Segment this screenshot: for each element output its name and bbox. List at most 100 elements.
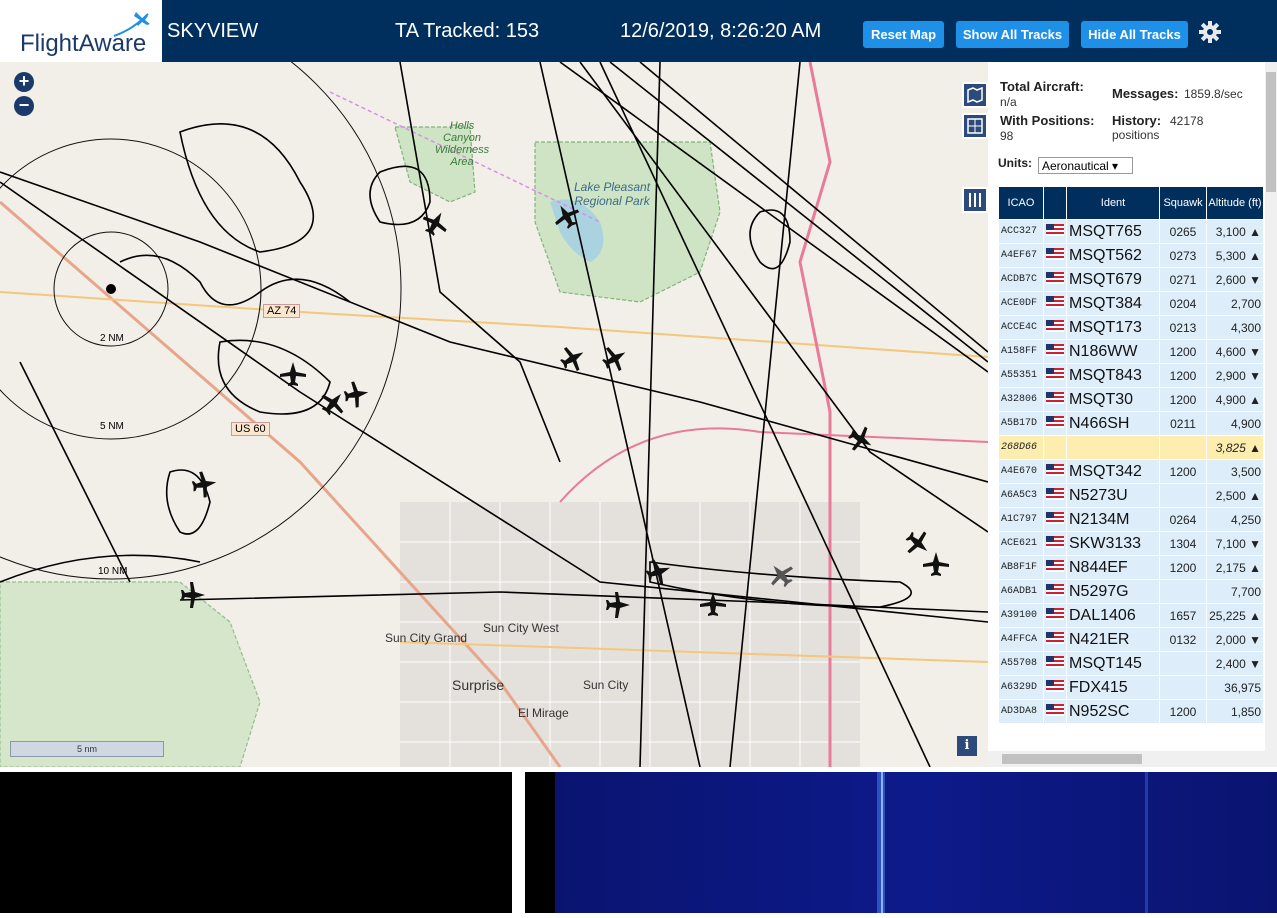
us-flag-icon [1046,271,1064,284]
cell-flag [1044,604,1066,627]
table-row[interactable]: A1C797 N2134M 0264 4,250 [999,508,1263,531]
map-label-lake-pleasant: Lake Pleasant Regional Park [573,180,651,208]
cell-squawk: 1200 [1160,460,1207,483]
us-flag-icon [1046,295,1064,308]
range-label-5nm: 5 NM [100,421,124,432]
cell-squawk: 1304 [1160,532,1207,555]
table-row[interactable]: A6ADB1 N5297G 7,700 [999,580,1263,603]
column-header-ident[interactable]: Ident [1067,187,1160,219]
horizontal-scroll-thumb[interactable] [1002,754,1142,764]
cell-altitude: 1,850 [1207,700,1263,723]
cell-flag [1044,460,1066,483]
cell-ident: MSQT342 [1067,460,1160,483]
columns-toggle-button[interactable] [962,187,988,213]
table-row[interactable]: ACC327 MSQT765 0265 3,100 ▲ [999,220,1263,243]
cell-ident: MSQT843 [1067,364,1160,387]
table-row[interactable]: A6329D FDX415 36,975 [999,676,1263,699]
cell-flag [1044,436,1066,459]
table-row[interactable]: A55708 MSQT145 2,400 ▼ [999,652,1263,675]
zoom-in-button[interactable]: + [14,72,34,92]
table-row[interactable]: A4FFCA N421ER 0132 2,000 ▼ [999,628,1263,651]
us-flag-icon [1046,391,1064,404]
cell-ident: MSQT765 [1067,220,1160,243]
loop-303-highway [559,427,988,503]
table-row[interactable]: A6A5C3 N5273U 2,500 ▲ [999,484,1263,507]
flightaware-logo[interactable]: FlightAware [0,0,162,62]
reset-map-button[interactable]: Reset Map [863,21,944,48]
cell-squawk: 1200 [1160,700,1207,723]
cell-icao: A55708 [999,652,1043,675]
units-select[interactable]: Aeronautical ▾ [1038,157,1133,174]
range-label-2nm: 2 NM [100,333,124,344]
table-row[interactable]: A39100 DAL1406 1657 25,225 ▲ [999,604,1263,627]
hide-all-tracks-button[interactable]: Hide All Tracks [1081,21,1188,48]
cell-squawk: 1200 [1160,556,1207,579]
column-header-flag[interactable] [1044,187,1066,219]
table-row[interactable]: A5B17D N466SH 0211 4,900 [999,412,1263,435]
cell-squawk: 0271 [1160,268,1207,291]
column-header-squawk[interactable]: Squawk [1160,187,1207,219]
messages-value: 1859.8/sec [1184,87,1243,101]
cell-icao: A55351 [999,364,1043,387]
us-flag-icon [1046,535,1064,548]
us-flag-icon [1046,511,1064,524]
cell-flag [1044,340,1066,363]
cell-altitude: 5,300 ▲ [1207,244,1263,267]
cell-altitude: 7,700 [1207,580,1263,603]
cell-altitude: 7,100 ▼ [1207,532,1263,555]
table-row[interactable]: A4E670 MSQT342 1200 3,500 [999,460,1263,483]
table-row[interactable]: 268D66 3,825 ▲ [999,436,1263,459]
table-row[interactable]: A32806 MSQT30 1200 4,900 ▲ [999,388,1263,411]
show-all-tracks-button[interactable]: Show All Tracks [956,21,1069,48]
cell-altitude: 2,700 [1207,292,1263,315]
cell-flag [1044,556,1066,579]
gear-icon[interactable] [1198,20,1222,44]
cell-ident: DAL1406 [1067,604,1160,627]
cell-flag [1044,292,1066,315]
table-row[interactable]: ACDB7C MSQT679 0271 2,600 ▼ [999,268,1263,291]
app-name: SKYVIEW [167,20,259,42]
grid-layer-button[interactable] [962,113,988,139]
table-row[interactable]: ACE621 SKW3133 1304 7,100 ▼ [999,532,1263,555]
table-row[interactable]: AB8F1F N844EF 1200 2,175 ▲ [999,556,1263,579]
cell-icao: A1C797 [999,508,1043,531]
vertical-scroll-thumb[interactable] [1266,72,1276,192]
cell-squawk: 1200 [1160,340,1207,363]
column-header-icao[interactable]: ICAO [999,187,1043,219]
zoom-out-button[interactable]: − [14,96,34,116]
cell-squawk [1160,676,1207,699]
table-row[interactable]: A55351 MSQT843 1200 2,900 ▼ [999,364,1263,387]
table-row[interactable]: A4EF67 MSQT562 0273 5,300 ▲ [999,244,1263,267]
map-layer-button[interactable] [962,82,988,108]
cell-squawk: 0204 [1160,292,1207,315]
total-aircraft-value: n/a [1000,95,1017,109]
park-area-sw [0,581,261,767]
horizontal-scrollbar[interactable] [988,751,1265,767]
map-label-hells-canyon: Hells Canyon Wilderness Area [434,120,490,168]
cell-flag [1044,532,1066,555]
cell-squawk: 0211 [1160,412,1207,435]
cell-icao: A6ADB1 [999,580,1043,603]
cell-altitude: 3,500 [1207,460,1263,483]
cell-altitude: 36,975 [1207,676,1263,699]
cell-icao: A4E670 [999,460,1043,483]
aircraft-table-container[interactable]: ICAO Ident Squawk Altitude (ft) ACC327 MS… [998,186,1263,752]
cell-altitude: 4,900 [1207,412,1263,435]
az74-highway [0,291,988,358]
table-row[interactable]: A158FF N186WW 1200 4,600 ▼ [999,340,1263,363]
map-canvas[interactable] [0,62,988,767]
vertical-scrollbar[interactable] [1265,62,1277,767]
table-row[interactable]: AD3DA8 N952SC 1200 1,850 [999,700,1263,723]
cell-altitude: 2,600 ▼ [1207,268,1263,291]
aircraft-panel: Total Aircraft: n/a With Positions: 98 M… [988,62,1277,767]
us-flag-icon [1046,367,1064,380]
map-view[interactable]: Hells Canyon Wilderness Area Lake Pleasa… [0,62,988,767]
column-header-altitude[interactable]: Altitude (ft) [1207,187,1263,219]
cell-squawk: 0264 [1160,508,1207,531]
info-button[interactable]: i [957,736,977,756]
table-row[interactable]: ACE0DF MSQT384 0204 2,700 [999,292,1263,315]
us-flag-icon [1046,223,1064,236]
table-row[interactable]: ACCE4C MSQT173 0213 4,300 [999,316,1263,339]
cell-icao: A6A5C3 [999,484,1043,507]
cell-squawk [1160,652,1207,675]
